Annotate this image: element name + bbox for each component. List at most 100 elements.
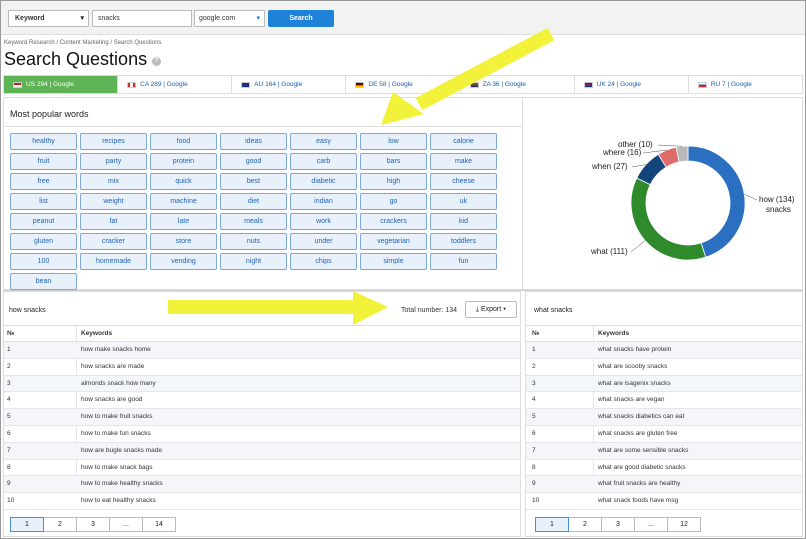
page-button-3[interactable]: 3 (601, 517, 635, 532)
keyword-link[interactable]: how to make fun snacks (81, 430, 151, 437)
word-chip-cracker[interactable]: cracker (80, 233, 147, 250)
word-chip-homemade[interactable]: homemade (80, 253, 147, 270)
keyword-link[interactable]: what are some sensible snacks (598, 447, 688, 454)
word-chip-crackers[interactable]: crackers (360, 213, 427, 230)
word-chip-uk[interactable]: uk (430, 193, 497, 210)
page-button-ellipsis[interactable]: ... (634, 517, 668, 532)
table-row: 9 how to make healthy snacks (4, 476, 520, 494)
word-chip-work[interactable]: work (290, 213, 357, 230)
tab-ru[interactable]: RU 7 | Google (689, 76, 802, 93)
word-chip-nuts[interactable]: nuts (220, 233, 287, 250)
word-chip-list[interactable]: list (10, 193, 77, 210)
word-chip-food[interactable]: food (150, 133, 217, 150)
keyword-link[interactable]: what are isagenix snacks (598, 380, 671, 387)
donut-slice-what[interactable] (630, 177, 707, 261)
word-chip-protein[interactable]: protein (150, 153, 217, 170)
word-chip-diet[interactable]: diet (220, 193, 287, 210)
keyword-link[interactable]: how to make healthy snacks (81, 480, 163, 487)
word-chip-chips[interactable]: chips (290, 253, 357, 270)
keyword-link[interactable]: what are good diabetic snacks (598, 464, 685, 471)
tab-au[interactable]: AU 164 | Google (232, 76, 347, 93)
keyword-link[interactable]: what snacks are gluten free (598, 430, 678, 437)
word-chip-meals[interactable]: meals (220, 213, 287, 230)
keyword-link[interactable]: how to make snack bags (81, 464, 153, 471)
page-button-1[interactable]: 1 (10, 517, 44, 532)
type-select[interactable]: Keyword ▾ (8, 10, 89, 27)
word-chip-simple[interactable]: simple (360, 253, 427, 270)
word-chip-fat[interactable]: fat (80, 213, 147, 230)
word-chip-bars[interactable]: bars (360, 153, 427, 170)
keyword-link[interactable]: what snacks are vegan (598, 396, 664, 403)
word-chip-under[interactable]: under (290, 233, 357, 250)
word-chip-night[interactable]: night (220, 253, 287, 270)
keyword-link[interactable]: what are scooby snacks (598, 363, 667, 370)
page-button-ellipsis[interactable]: ... (109, 517, 143, 532)
page-button-3[interactable]: 3 (76, 517, 110, 532)
keyword-link[interactable]: how are bugle snacks made (81, 447, 162, 454)
search-input[interactable]: snacks (92, 10, 192, 27)
keyword-link[interactable]: what snacks have protein (598, 346, 671, 353)
keyword-link[interactable]: what snack foods have msg (598, 497, 678, 504)
word-chip-high[interactable]: high (360, 173, 427, 190)
word-chip-store[interactable]: store (150, 233, 217, 250)
tab-ca[interactable]: CA 289 | Google (118, 76, 233, 93)
keyword-link[interactable]: how to eat healthy snacks (81, 497, 156, 504)
word-chip-weight[interactable]: weight (80, 193, 147, 210)
word-chip-fun[interactable]: fun (430, 253, 497, 270)
word-chip-vending[interactable]: vending (150, 253, 217, 270)
keyword-link[interactable]: what snacks diabetics can eat (598, 413, 684, 420)
word-chip-bean[interactable]: bean (10, 273, 77, 290)
page-button-12[interactable]: 12 (667, 517, 701, 532)
word-chip-cheese[interactable]: cheese (430, 173, 497, 190)
keyword-link[interactable]: almonds snack how many (81, 380, 156, 387)
tab-uk[interactable]: UK 24 | Google (575, 76, 689, 93)
word-chip-carb[interactable]: carb (290, 153, 357, 170)
page-button-2[interactable]: 2 (43, 517, 77, 532)
word-chip-diabetic[interactable]: diabetic (290, 173, 357, 190)
word-chip-quick[interactable]: quick (150, 173, 217, 190)
page-button-1[interactable]: 1 (535, 517, 569, 532)
word-chip-low[interactable]: low (360, 133, 427, 150)
keyword-link[interactable]: how snacks are good (81, 396, 142, 403)
word-chip-party[interactable]: party (80, 153, 147, 170)
donut-slice-how[interactable] (687, 145, 746, 258)
word-chip-vegetarian[interactable]: vegetarian (360, 233, 427, 250)
word-chip-calorie[interactable]: calorie (430, 133, 497, 150)
word-chip-make[interactable]: make (430, 153, 497, 170)
keyword-link[interactable]: how to make fruit snacks (81, 413, 153, 420)
word-chip-easy[interactable]: easy (290, 133, 357, 150)
word-chip-best[interactable]: best (220, 173, 287, 190)
keyword-link[interactable]: how snacks are made (81, 363, 144, 370)
word-chip-healthy[interactable]: healthy (10, 133, 77, 150)
word-chip-go[interactable]: go (360, 193, 427, 210)
word-chip-good[interactable]: good (220, 153, 287, 170)
export-button[interactable]: ⤓ Export ▾ (465, 301, 517, 318)
tab-de[interactable]: DE 58 | Google (346, 76, 461, 93)
page-button-2[interactable]: 2 (568, 517, 602, 532)
page-button-14[interactable]: 14 (142, 517, 176, 532)
word-chip-machine[interactable]: machine (150, 193, 217, 210)
keyword-link[interactable]: how make snacks home (81, 346, 151, 353)
word-chip-recipes[interactable]: recipes (80, 133, 147, 150)
word-chip-fruit[interactable]: fruit (10, 153, 77, 170)
word-chip-free[interactable]: free (10, 173, 77, 190)
help-icon[interactable]: ? (152, 57, 161, 66)
breadcrumb[interactable]: Keyword Research / Content Marketing / S… (4, 40, 161, 46)
word-chip-ideas[interactable]: ideas (220, 133, 287, 150)
search-button[interactable]: Search (268, 10, 334, 27)
what-table-title: what snacks (534, 307, 573, 314)
table-row: 5 what snacks diabetics can eat (526, 409, 802, 426)
tab-za[interactable]: ZA 36 | Google (461, 76, 575, 93)
tab-us[interactable]: US 294 | Google (4, 76, 119, 93)
word-chip-mix[interactable]: mix (80, 173, 147, 190)
keyword-link[interactable]: what fruit snacks are healthy (598, 480, 680, 487)
word-chip-peanut[interactable]: peanut (10, 213, 77, 230)
word-chip-100[interactable]: 100 (10, 253, 77, 270)
database-select[interactable]: google.com ▾ (194, 10, 265, 27)
leader-line-how (744, 193, 758, 201)
word-chip-gluten[interactable]: gluten (10, 233, 77, 250)
word-chip-late[interactable]: late (150, 213, 217, 230)
word-chip-indian[interactable]: indian (290, 193, 357, 210)
word-chip-kid[interactable]: kid (430, 213, 497, 230)
word-chip-toddlers[interactable]: toddlers (430, 233, 497, 250)
